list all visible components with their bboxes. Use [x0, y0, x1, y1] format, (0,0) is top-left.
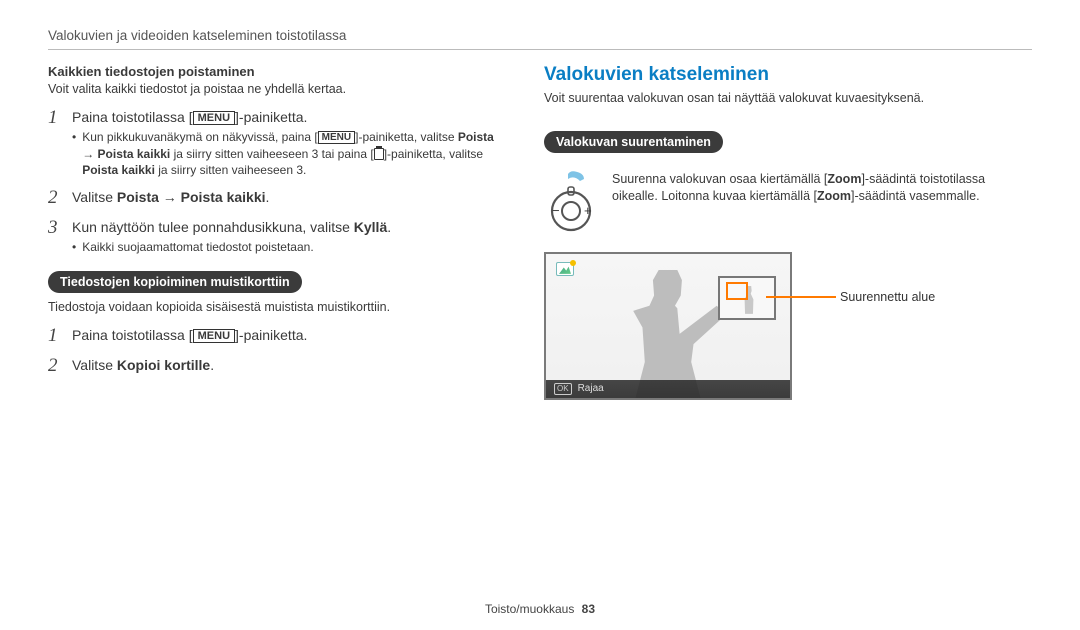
- s3a: Kun näyttöön tulee ponnahdusikkuna, vali…: [72, 219, 354, 235]
- dial-plus: +: [584, 203, 592, 218]
- bullet-dot: •: [72, 129, 76, 178]
- b1b: ]-painiketta, valitse: [355, 130, 458, 144]
- page-footer: Toisto/muokkaus 83: [0, 602, 1080, 616]
- zoom-block: − + Suurenna valokuvan osaa kiertämällä …: [544, 171, 1032, 238]
- zoom-pill: Valokuvan suurentaminen: [544, 131, 723, 153]
- b1g: ja siirry sitten vaiheeseen 3.: [155, 163, 306, 177]
- dial-minus: −: [552, 203, 560, 218]
- b1e: ]-painiketta, valitse: [384, 147, 483, 161]
- callout-line: [766, 296, 836, 298]
- c2a: Valitse: [72, 357, 117, 373]
- bullet-body: Kaikki suojaamattomat tiedostot poisteta…: [82, 239, 508, 255]
- step-number: 2: [48, 356, 62, 375]
- landscape-icon: [556, 262, 574, 276]
- c2c: .: [210, 357, 214, 373]
- menu-icon: MENU: [193, 111, 235, 125]
- child-silhouette-icon: [610, 270, 726, 398]
- delete-step-2: 2 Valitse Poista → Poista kaikki.: [48, 188, 508, 208]
- step1-text-b: ]-painiketta.: [235, 109, 307, 125]
- ztb: Zoom: [827, 172, 861, 186]
- s2c: .: [266, 189, 270, 205]
- b1d: ja siirry sitten vaiheeseen 3 tai paina …: [170, 147, 373, 161]
- photo-preview-wrap: OK Rajaa Suurennettu alue: [544, 238, 792, 400]
- ok-badge: OK: [554, 383, 572, 395]
- b1a: Kun pikkukuvanäkymä on näkyvissä, paina …: [82, 130, 317, 144]
- menu-icon: MENU: [193, 329, 235, 343]
- footer-section: Toisto/muokkaus: [485, 602, 574, 616]
- viewing-photos-intro: Voit suurentaa valokuvan osan tai näyttä…: [544, 90, 1032, 107]
- zoom-dial-icon: − +: [544, 171, 598, 238]
- step-number: 1: [48, 326, 62, 345]
- copy-desc: Tiedostoja voidaan kopioida sisäisestä m…: [48, 299, 508, 316]
- right-column: Valokuvien katseleminen Voit suurentaa v…: [544, 64, 1032, 403]
- bullet-dot: •: [72, 239, 76, 255]
- zte: ]-säädintä vasemmalle.: [851, 189, 980, 203]
- copy-pill: Tiedostojen kopioiminen muistikorttiin: [48, 271, 302, 293]
- delete-step-1: 1 Paina toistotilassa [MENU]-painiketta.: [48, 108, 508, 128]
- zoom-instructions: Suurenna valokuvan osaa kiertämällä [Zoo…: [612, 171, 1032, 205]
- viewing-photos-title: Valokuvien katseleminen: [544, 64, 1032, 86]
- callout-text: Suurennettu alue: [840, 290, 935, 304]
- delete-all-title: Kaikkien tiedostojen poistaminen: [48, 64, 508, 79]
- b1f: Poista kaikki: [82, 163, 155, 177]
- copy-step-1: 1 Paina toistotilassa [MENU]-painiketta.: [48, 326, 508, 346]
- delete-all-desc: Voit valita kaikki tiedostot ja poistaa …: [48, 81, 508, 98]
- menu-icon: MENU: [318, 131, 355, 144]
- step-body: Paina toistotilassa [MENU]-painiketta.: [72, 108, 508, 128]
- s3b: Kyllä: [354, 219, 387, 235]
- copy-step-2: 2 Valitse Kopioi kortille.: [48, 356, 508, 376]
- step-number: 3: [48, 218, 62, 237]
- s2a: Valitse: [72, 189, 117, 205]
- ztd: Zoom: [817, 189, 851, 203]
- page-number: 83: [582, 602, 595, 616]
- c1a: Paina toistotilassa [: [72, 327, 193, 343]
- delete-step-3: 3 Kun näyttöön tulee ponnahdusikkuna, va…: [48, 218, 508, 238]
- zta: Suurenna valokuvan osaa kiertämällä [: [612, 172, 827, 186]
- trash-icon: [374, 148, 384, 160]
- rajaa-label: Rajaa: [578, 383, 604, 394]
- left-column: Kaikkien tiedostojen poistaminen Voit va…: [48, 64, 508, 403]
- step-number: 2: [48, 188, 62, 207]
- step-number: 1: [48, 108, 62, 127]
- step-body: Valitse Kopioi kortille.: [72, 356, 508, 376]
- two-column-layout: Kaikkien tiedostojen poistaminen Voit va…: [48, 64, 1032, 403]
- step-body: Kun näyttöön tulee ponnahdusikkuna, vali…: [72, 218, 508, 238]
- bullet-body: Kun pikkukuvanäkymä on näkyvissä, paina …: [82, 129, 508, 178]
- page-header: Valokuvien ja videoiden katseleminen toi…: [48, 28, 1032, 50]
- delete-step-3-bullet: • Kaikki suojaamattomat tiedostot poiste…: [72, 239, 508, 255]
- c2b: Kopioi kortille: [117, 357, 210, 373]
- c1b: ]-painiketta.: [235, 327, 307, 343]
- bottom-strip: OK Rajaa: [546, 380, 790, 398]
- step-body: Valitse Poista → Poista kaikki.: [72, 188, 508, 208]
- step-body: Paina toistotilassa [MENU]-painiketta.: [72, 326, 508, 346]
- delete-step-1-bullet: • Kun pikkukuvanäkymä on näkyvissä, pain…: [72, 129, 508, 178]
- callout: Suurennettu alue: [766, 290, 935, 304]
- s2b: Poista → Poista kaikki: [117, 189, 266, 205]
- s3c: .: [387, 219, 391, 235]
- inset-highlight-box: [726, 282, 748, 300]
- step1-text-a: Paina toistotilassa [: [72, 109, 193, 125]
- photo-preview: OK Rajaa: [544, 252, 792, 400]
